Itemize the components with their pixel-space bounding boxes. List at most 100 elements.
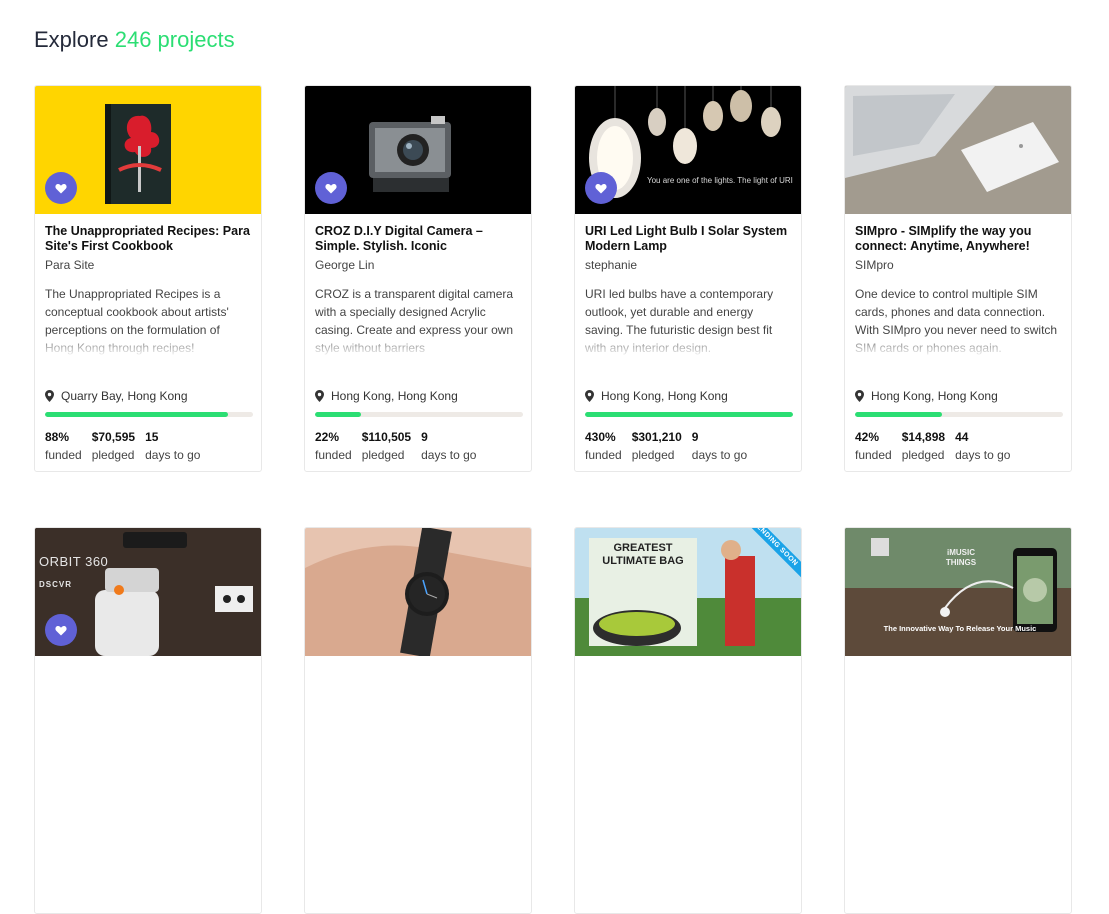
heart-icon — [325, 183, 337, 193]
page-title: Explore 246 projects — [34, 24, 235, 56]
project-image[interactable] — [305, 86, 531, 214]
project-title[interactable]: SIMpro - SIMplify the way you connect: A… — [855, 224, 1061, 254]
project-card[interactable]: iMUSIC THINGS The Innovative Way To Rele… — [844, 527, 1072, 914]
funding-progress-bar — [585, 412, 793, 417]
funding-progress-bar — [315, 412, 523, 417]
location-label: Hong Kong, Hong Kong — [601, 389, 728, 403]
music-tagline: The Innovative Way To Release Your Music — [883, 624, 1037, 633]
project-owner[interactable]: George Lin — [315, 258, 521, 272]
days-label: days to go — [421, 448, 477, 462]
project-location: Hong Kong, Hong Kong — [315, 389, 458, 403]
project-description: One device to control multiple SIM cards… — [855, 285, 1061, 357]
project-description: URI led bulbs have a contemporary outloo… — [585, 285, 791, 357]
project-card[interactable]: You are one of the lights. The light of … — [574, 85, 802, 472]
stat-pledged: $110,505 pledged — [362, 430, 411, 462]
project-image[interactable] — [35, 86, 261, 214]
pledged-label: pledged — [901, 448, 945, 462]
pledged-value: $110,505 — [361, 430, 412, 444]
bag-headline: GREATEST ULTIMATE BAG — [602, 542, 684, 567]
orbit-brand: DSCVR — [39, 580, 73, 589]
location-pin-icon — [585, 390, 594, 402]
funded-label: funded — [855, 448, 892, 462]
project-location: Hong Kong, Hong Kong — [855, 389, 998, 403]
pledged-label: pledged — [631, 448, 675, 462]
project-location: Quarry Bay, Hong Kong — [45, 389, 188, 403]
days-value: 9 — [691, 430, 699, 444]
favorite-button[interactable] — [45, 172, 77, 204]
stat-funded: 22% funded — [315, 430, 352, 462]
stat-pledged: $70,595 pledged — [92, 430, 135, 462]
project-card[interactable]: SIMpro - SIMplify the way you connect: A… — [844, 85, 1072, 472]
funded-value: 42% — [855, 430, 880, 444]
project-card[interactable]: The Unappropriated Recipes: Para Site's … — [34, 85, 262, 472]
project-title[interactable]: The Unappropriated Recipes: Para Site's … — [45, 224, 251, 254]
project-owner[interactable]: stephanie — [585, 258, 791, 272]
project-image[interactable]: ORBIT 360 DSCVR — [35, 528, 261, 656]
project-image[interactable]: iMUSIC THINGS The Innovative Way To Rele… — [845, 528, 1071, 656]
funded-label: funded — [585, 448, 622, 462]
project-location: Hong Kong, Hong Kong — [585, 389, 728, 403]
days-label: days to go — [955, 448, 1011, 462]
project-card[interactable]: GREATEST ULTIMATE BAG ENDING SOON — [574, 527, 802, 914]
project-description: CROZ is a transparent digital camera wit… — [315, 285, 521, 357]
funding-progress-fill — [855, 412, 943, 417]
project-card[interactable]: CROZ D.I.Y Digital Camera – Simple. Styl… — [304, 85, 532, 472]
stat-days: 44 days to go — [955, 430, 1010, 462]
funded-value: 88% — [45, 430, 70, 444]
funded-label: funded — [45, 448, 82, 462]
project-stats: 430% funded $301,210 pledged 9 days to go — [585, 430, 757, 462]
funded-value: 430% — [585, 430, 616, 444]
favorite-button[interactable] — [585, 172, 617, 204]
funding-progress-bar — [45, 412, 253, 417]
project-owner[interactable]: SIMpro — [855, 258, 1061, 272]
pledged-label: pledged — [91, 448, 135, 462]
funding-progress-fill — [315, 412, 361, 417]
stat-days: 9 days to go — [421, 430, 476, 462]
music-brand: iMUSIC THINGS — [945, 548, 977, 567]
heart-icon — [55, 183, 67, 193]
project-image[interactable]: You are one of the lights. The light of … — [575, 86, 801, 214]
project-count: 246 projects — [114, 27, 235, 52]
image-caption: You are one of the lights. The light of … — [647, 176, 793, 185]
funded-label: funded — [315, 448, 352, 462]
funding-progress-fill — [45, 412, 229, 417]
heart-icon — [55, 625, 67, 635]
pledged-label: pledged — [361, 448, 405, 462]
project-title[interactable]: CROZ D.I.Y Digital Camera – Simple. Styl… — [315, 224, 521, 254]
location-pin-icon — [855, 390, 864, 402]
project-stats: 88% funded $70,595 pledged 15 days to go — [45, 430, 210, 462]
project-image[interactable]: GREATEST ULTIMATE BAG ENDING SOON — [575, 528, 801, 656]
project-owner[interactable]: Para Site — [45, 258, 251, 272]
project-stats: 22% funded $110,505 pledged 9 days to go — [315, 430, 486, 462]
location-label: Quarry Bay, Hong Kong — [61, 389, 188, 403]
funded-value: 22% — [315, 430, 340, 444]
stat-funded: 430% funded — [585, 430, 622, 462]
favorite-button[interactable] — [315, 172, 347, 204]
stat-funded: 88% funded — [45, 430, 82, 462]
pledged-value: $70,595 — [91, 430, 136, 444]
days-label: days to go — [691, 448, 748, 462]
project-title[interactable]: URI Led Light Bulb I Solar System Modern… — [585, 224, 791, 254]
project-card[interactable]: ORBIT 360 DSCVR — [34, 527, 262, 914]
stat-days: 9 days to go — [692, 430, 747, 462]
stat-pledged: $14,898 pledged — [902, 430, 945, 462]
funding-progress-fill — [585, 412, 793, 417]
stat-days: 15 days to go — [145, 430, 200, 462]
stat-funded: 42% funded — [855, 430, 892, 462]
location-label: Hong Kong, Hong Kong — [331, 389, 458, 403]
days-value: 44 — [955, 430, 969, 444]
location-pin-icon — [45, 390, 54, 402]
heart-icon — [595, 183, 607, 193]
project-image[interactable] — [305, 528, 531, 656]
funding-progress-bar — [855, 412, 1063, 417]
project-image[interactable] — [845, 86, 1071, 214]
page-title-prefix: Explore — [34, 27, 109, 52]
location-label: Hong Kong, Hong Kong — [871, 389, 998, 403]
days-label: days to go — [145, 448, 201, 462]
pledged-value: $301,210 — [631, 430, 682, 444]
favorite-button[interactable] — [45, 614, 77, 646]
orbit-title: ORBIT 360 — [39, 554, 109, 569]
project-card[interactable] — [304, 527, 532, 914]
days-value: 9 — [421, 430, 428, 444]
project-stats: 42% funded $14,898 pledged 44 days to go — [855, 430, 1020, 462]
